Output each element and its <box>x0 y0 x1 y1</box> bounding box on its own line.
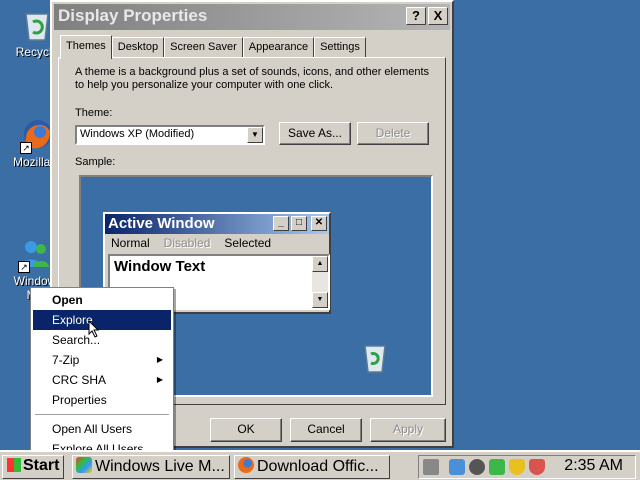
menu-item-label: 7-Zip <box>52 353 80 367</box>
firefox-icon: ↗ <box>20 118 54 154</box>
menu-item-search[interactable]: Search... <box>33 330 171 350</box>
close-button[interactable]: X <box>428 7 448 25</box>
tab-settings[interactable]: Settings <box>314 37 366 58</box>
submenu-arrow-icon: ▶ <box>156 375 163 384</box>
help-button[interactable]: ? <box>406 7 426 25</box>
maximize-icon: □ <box>291 216 307 231</box>
sample-window-title: Active Window <box>108 215 215 232</box>
description-line: to help you personalize your computer wi… <box>75 79 334 91</box>
tab-screen-saver[interactable]: Screen Saver <box>164 37 243 58</box>
task-label: Windows Live M... <box>95 458 225 475</box>
theme-select[interactable]: Windows XP (Modified) ▼ <box>75 125 265 145</box>
start-button[interactable]: Start <box>2 455 64 479</box>
menu-item-crc-sha[interactable]: CRC SHA ▶ <box>33 370 171 390</box>
scroll-up-icon: ▲ <box>312 256 328 272</box>
apply-button[interactable]: Apply <box>370 418 446 442</box>
windows-live-icon <box>76 457 92 473</box>
sample-scrollbar: ▲ ▼ <box>312 256 328 308</box>
taskbar-item-windows-live[interactable]: Windows Live M... <box>72 455 230 479</box>
security-icon[interactable] <box>469 459 485 475</box>
start-context-menu: Open Explore Search... 7-Zip ▶ CRC SHA ▶… <box>30 287 174 461</box>
shortcut-arrow-icon: ↗ <box>20 142 32 154</box>
menu-item-open[interactable]: Open <box>33 290 171 310</box>
sample-window-text: Window Text <box>114 258 206 275</box>
antivirus-icon[interactable] <box>529 459 545 475</box>
recycle-bin-icon <box>20 8 54 42</box>
dialog-titlebar[interactable]: Display Properties ? X <box>54 4 450 30</box>
close-icon: ✕ <box>311 216 327 231</box>
minimize-icon: _ <box>273 216 289 231</box>
tab-appearance[interactable]: Appearance <box>242 37 315 58</box>
chevron-down-icon[interactable]: ▼ <box>247 127 263 143</box>
keyboard-icon[interactable] <box>423 459 439 475</box>
system-tray: 2:35 AM <box>418 455 636 479</box>
scroll-down-icon: ▼ <box>312 292 328 308</box>
save-as-button[interactable]: Save As... <box>279 122 351 145</box>
network-icon[interactable] <box>449 459 465 475</box>
sample-window-titlebar: Active Window _ □ ✕ <box>105 214 329 234</box>
windows-logo-icon <box>7 458 21 472</box>
menu-item-open-all-users[interactable]: Open All Users <box>33 419 171 439</box>
menu-item-explore[interactable]: Explore <box>33 310 171 330</box>
menu-item-label: CRC SHA <box>52 373 107 387</box>
windows-messenger-icon: ↗ <box>18 237 52 273</box>
messenger-icon[interactable] <box>489 459 505 475</box>
menu-item-7zip[interactable]: 7-Zip ▶ <box>33 350 171 370</box>
theme-description: A theme is a background plus a set of so… <box>75 66 429 92</box>
sample-menu-bar: Normal Disabled Selected <box>105 234 329 252</box>
theme-select-value: Windows XP (Modified) <box>80 128 195 140</box>
tab-desktop[interactable]: Desktop <box>111 37 165 58</box>
recycle-bin-icon <box>361 342 389 374</box>
menu-separator <box>35 414 169 415</box>
clock: 2:35 AM <box>564 457 623 474</box>
cancel-button[interactable]: Cancel <box>290 418 362 442</box>
sample-menu-disabled: Disabled <box>163 236 211 250</box>
shortcut-arrow-icon: ↗ <box>18 261 30 273</box>
description-line: A theme is a background plus a set of so… <box>75 66 430 78</box>
taskbar: Start Windows Live M... Download Offic..… <box>0 450 640 480</box>
sample-menu-selected: Selected <box>224 236 272 250</box>
taskbar-item-download[interactable]: Download Offic... <box>234 455 390 479</box>
start-label: Start <box>23 457 60 474</box>
tab-themes[interactable]: Themes <box>60 35 112 59</box>
delete-button[interactable]: Delete <box>357 122 429 145</box>
shield-icon[interactable] <box>509 459 525 475</box>
sample-menu-normal: Normal <box>111 236 150 250</box>
ok-button[interactable]: OK <box>210 418 282 442</box>
sample-label: Sample: <box>75 156 116 168</box>
dialog-title: Display Properties <box>58 6 208 25</box>
task-label: Download Offic... <box>257 458 379 475</box>
tab-strip: Themes Desktop Screen Saver Appearance S… <box>60 34 366 59</box>
firefox-icon <box>238 457 254 473</box>
mouse-cursor-icon <box>88 319 100 338</box>
menu-item-properties[interactable]: Properties <box>33 390 171 410</box>
submenu-arrow-icon: ▶ <box>156 355 163 364</box>
theme-label: Theme: <box>75 107 113 119</box>
